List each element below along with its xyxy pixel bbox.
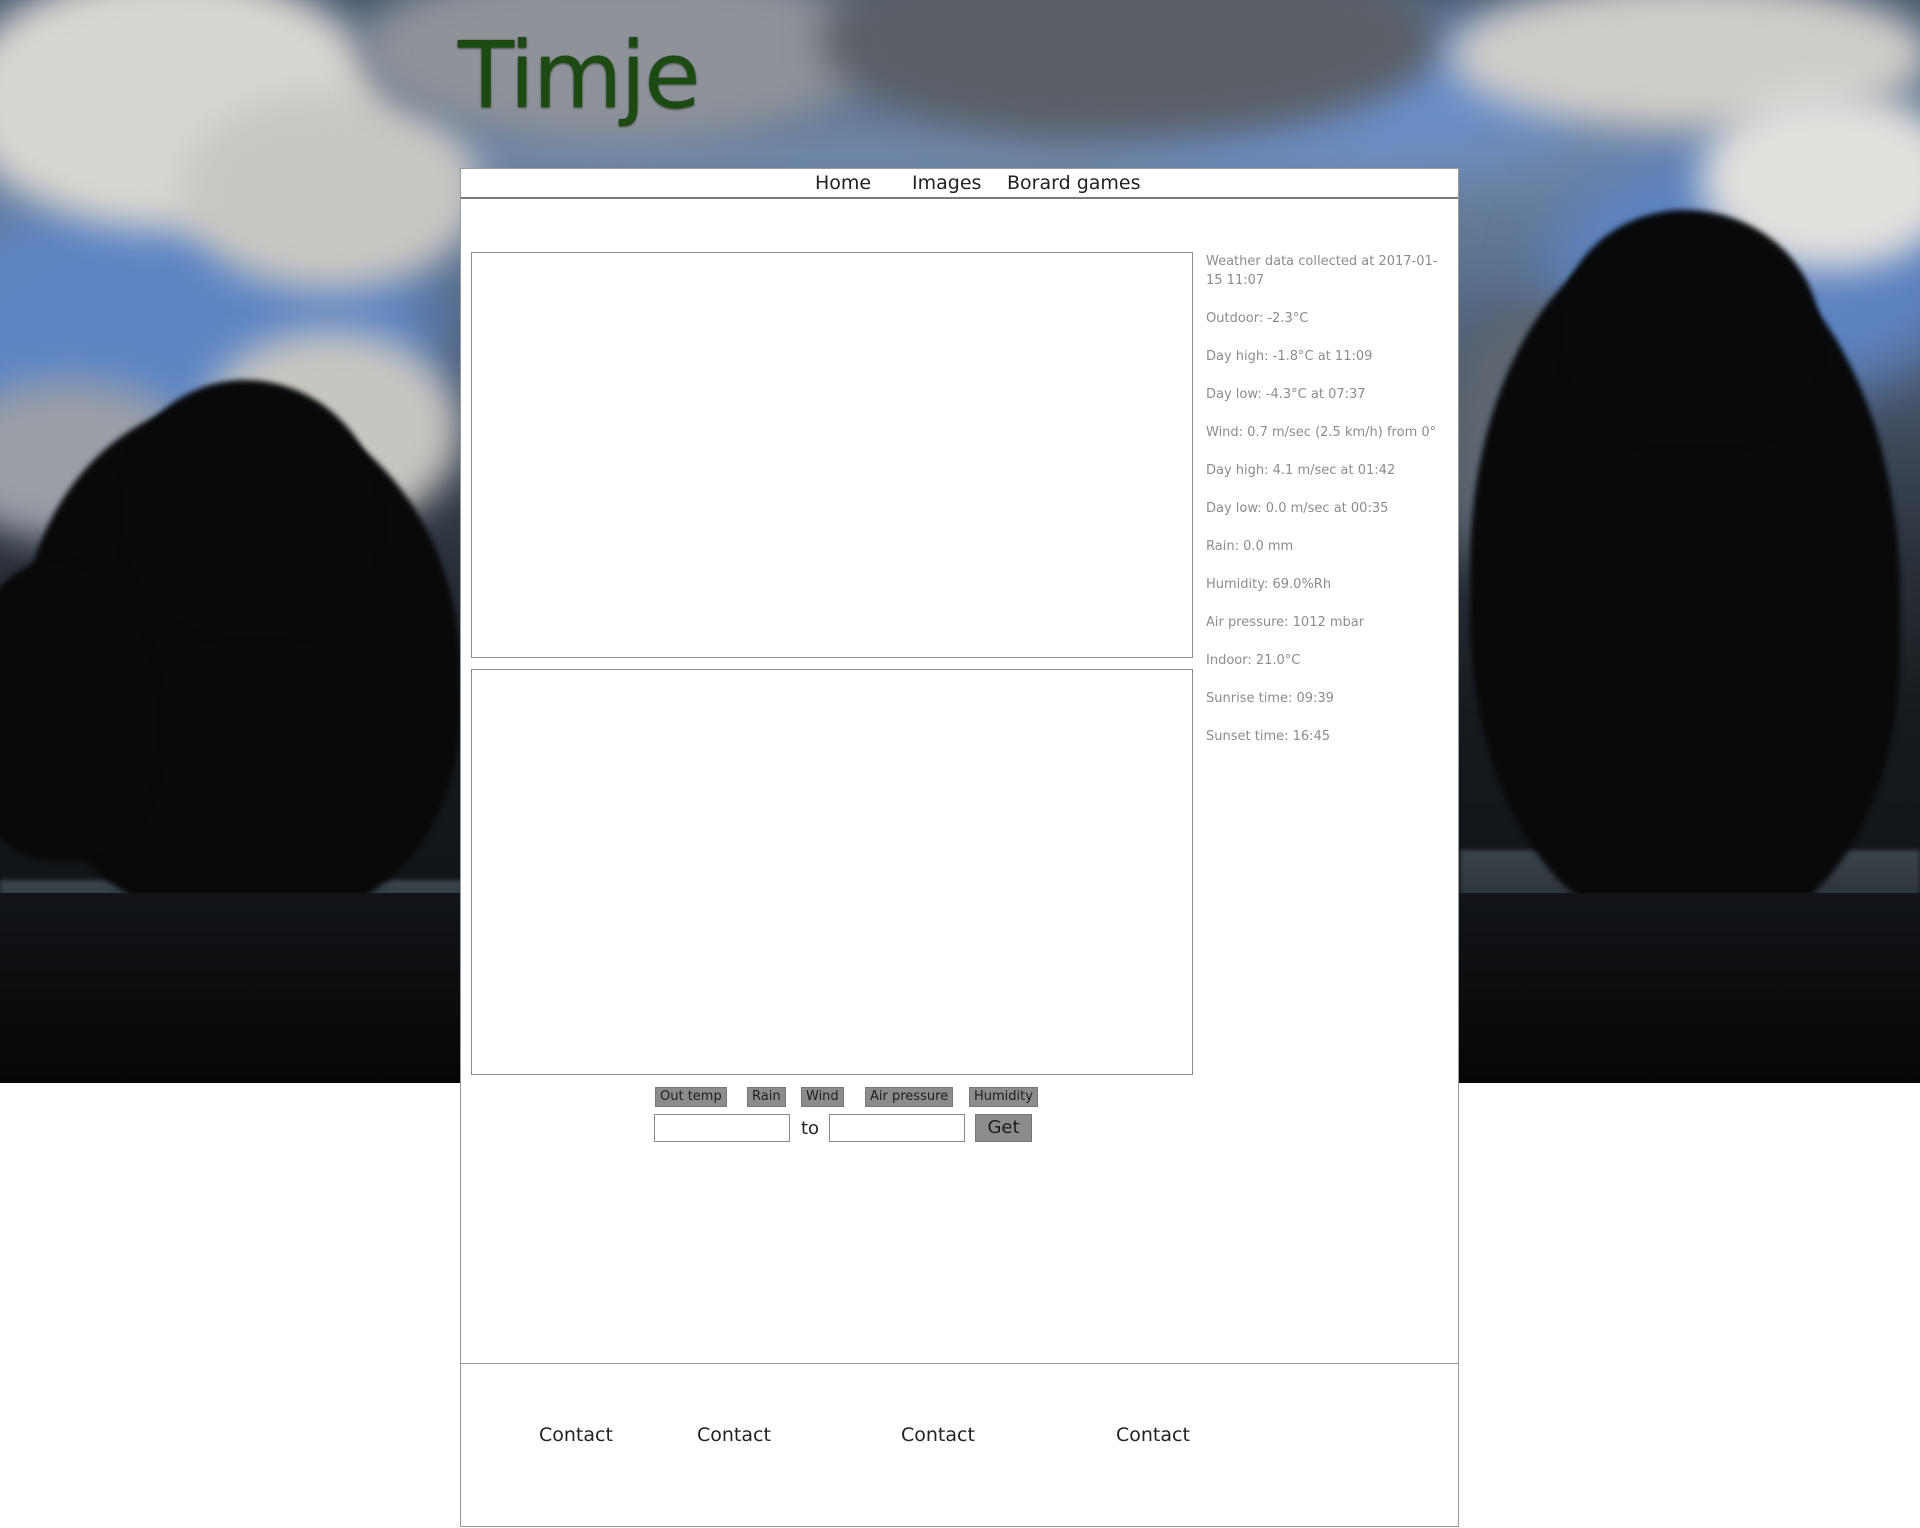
weather-sunset: Sunset time: 16:45 <box>1206 729 1331 744</box>
air-pressure-button[interactable]: Air pressure <box>865 1087 954 1107</box>
site-title: Timje <box>458 22 701 129</box>
nav-home-link[interactable]: Home <box>815 172 871 194</box>
footer-contact-link-4[interactable]: Contact <box>1116 1424 1190 1446</box>
from-date-input[interactable] <box>654 1114 790 1142</box>
footer-contact-link-3[interactable]: Contact <box>901 1424 975 1446</box>
footer-divider <box>461 1363 1458 1364</box>
main-panel: Home Images Borard games Weather data co… <box>460 168 1459 1527</box>
rain-button[interactable]: Rain <box>747 1087 786 1107</box>
weather-day-low-temp: Day low: -4.3°C at 07:37 <box>1206 387 1366 402</box>
weather-chart-bottom <box>471 669 1193 1075</box>
to-date-input[interactable] <box>829 1114 965 1142</box>
weather-humidity: Humidity: 69.0%Rh <box>1206 577 1332 592</box>
weather-chart-top <box>471 252 1193 658</box>
weather-summary: Weather data collected at 2017-01-15 11:… <box>1206 252 1451 765</box>
weather-air-pressure: Air pressure: 1012 mbar <box>1206 615 1365 630</box>
weather-day-high-wind: Day high: 4.1 m/sec at 01:42 <box>1206 463 1396 478</box>
out-temp-button[interactable]: Out temp <box>655 1087 727 1107</box>
get-button[interactable]: Get <box>975 1114 1032 1142</box>
weather-day-low-wind: Day low: 0.0 m/sec at 00:35 <box>1206 501 1389 516</box>
footer-contact-link-1[interactable]: Contact <box>539 1424 613 1446</box>
humidity-button[interactable]: Humidity <box>969 1087 1038 1107</box>
weather-rain: Rain: 0.0 mm <box>1206 539 1294 554</box>
weather-collected-time: Weather data collected at 2017-01-15 11:… <box>1206 254 1438 288</box>
weather-wind: Wind: 0.7 m/sec (2.5 km/h) from 0° <box>1206 425 1437 440</box>
weather-outdoor-temp: Outdoor: -2.3°C <box>1206 311 1309 326</box>
footer-contact-link-2[interactable]: Contact <box>697 1424 771 1446</box>
wind-button[interactable]: Wind <box>801 1087 844 1107</box>
nav-images-link[interactable]: Images <box>912 172 981 194</box>
main-nav: Home Images Borard games <box>461 169 1458 199</box>
nav-board-games-link[interactable]: Borard games <box>1007 172 1141 194</box>
weather-day-high-temp: Day high: -1.8°C at 11:09 <box>1206 349 1373 364</box>
to-label: to <box>801 1118 820 1139</box>
weather-indoor-temp: Indoor: 21.0°C <box>1206 653 1301 668</box>
weather-sunrise: Sunrise time: 09:39 <box>1206 691 1334 706</box>
